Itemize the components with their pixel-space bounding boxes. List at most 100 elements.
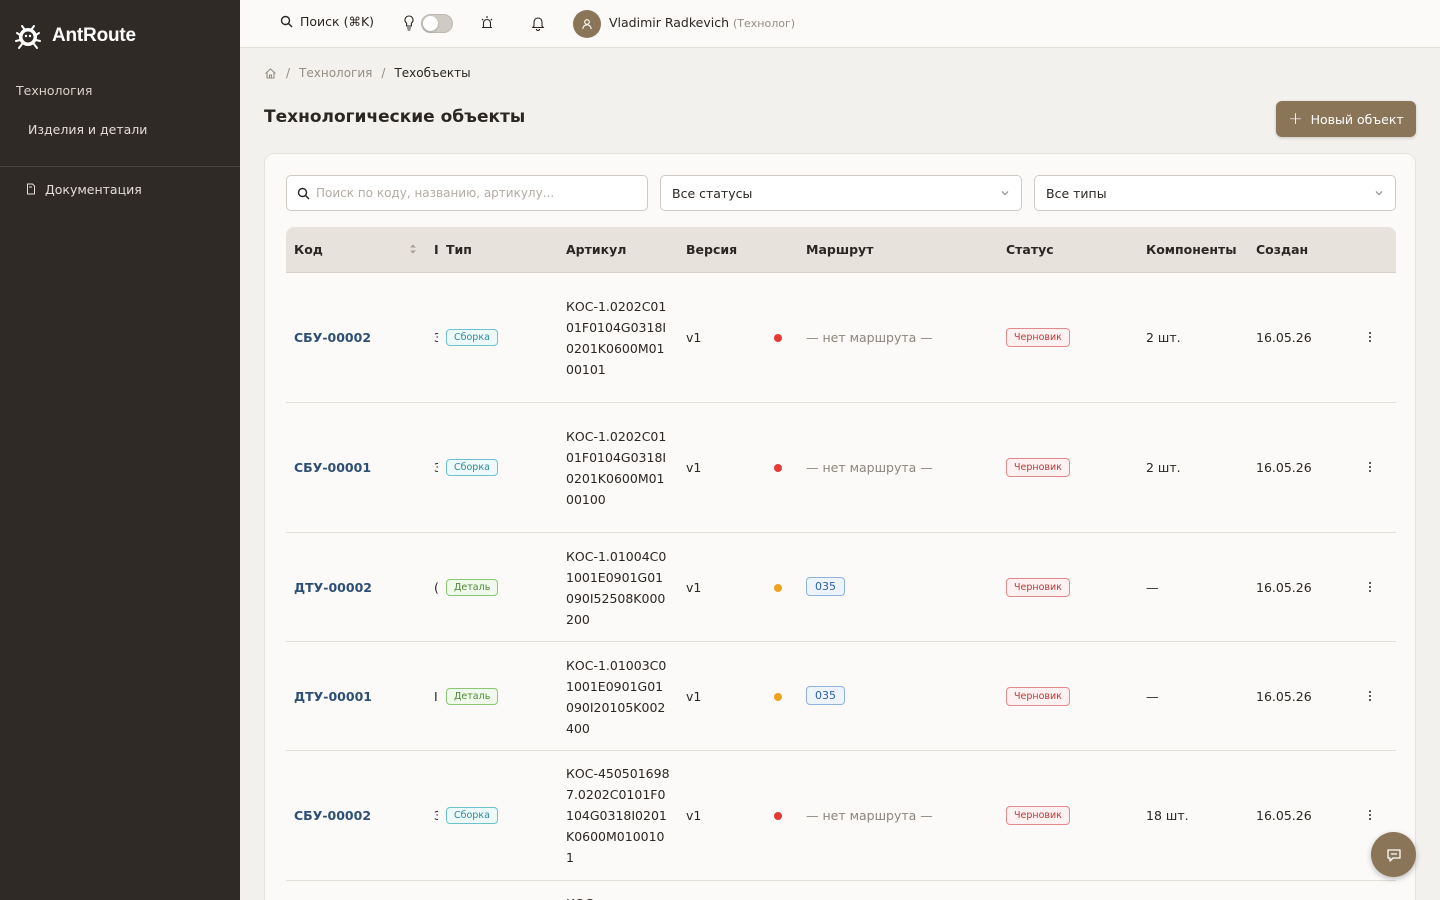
components-cell: — <box>1146 580 1159 595</box>
column-header-artikul[interactable]: Артикул <box>566 242 626 257</box>
chat-button[interactable] <box>1371 832 1416 877</box>
status-dot-icon <box>774 464 782 472</box>
status-filter-value: Все статусы <box>672 185 753 201</box>
plus-icon: + <box>1288 108 1303 129</box>
user-name: Vladimir Radkevich <box>609 15 730 30</box>
user-menu[interactable]: Vladimir Radkevich (Технолог) <box>609 15 795 30</box>
search-icon <box>297 187 310 199</box>
column-header-cut: I <box>434 242 439 257</box>
column-header-type[interactable]: Тип <box>446 242 472 257</box>
sidebar-item-products[interactable]: Изделия и детали <box>0 108 240 152</box>
column-header-version[interactable]: Версия <box>686 242 737 257</box>
artikul-cell: КОС-4505016987.0202С0101F0104G0318I0201K… <box>566 766 670 865</box>
page-title: Технологические объекты <box>264 107 526 127</box>
components-cell: — <box>1146 689 1159 704</box>
status-filter-select[interactable]: Все статусы <box>660 175 1022 211</box>
table-header: Код I Тип Артикул Версия Маршрут Статус … <box>286 227 1396 273</box>
lightbulb-icon <box>404 15 414 31</box>
object-code-link[interactable]: СБУ-00002 <box>294 808 371 823</box>
table-row[interactable]: КОС- <box>286 881 1396 900</box>
artikul-cell: КОС-1.01003С01001E0901G01090I20105K00240… <box>566 658 667 736</box>
status-cell: Черновик <box>1006 578 1070 597</box>
status-cell: Черновик <box>1006 806 1070 825</box>
type-cell: Сборка <box>446 458 498 476</box>
breadcrumb-technology[interactable]: Технология <box>299 66 372 80</box>
chevron-down-icon <box>1375 191 1383 196</box>
global-search-button[interactable]: Поиск (⌘K) <box>280 14 374 29</box>
table-row[interactable]: ДТУ-00001 I Деталь КОС-1.01003С01001E0901G0… <box>286 642 1396 751</box>
column-header-status[interactable]: Статус <box>1006 242 1054 257</box>
status-dot-icon <box>774 584 782 592</box>
chevron-down-icon <box>1001 191 1009 196</box>
type-cell: Деталь <box>446 687 499 705</box>
column-header-route[interactable]: Маршрут <box>806 242 873 257</box>
status-badge: Черновик <box>1006 687 1070 706</box>
created-cell: 16.05.26 <box>1256 689 1312 704</box>
table-row[interactable]: ДТУ-00002 (Деталь КОС-1.01004С01001E0901G0… <box>286 533 1396 642</box>
version-cell: v1 <box>686 689 702 704</box>
route-empty: — нет маршрута — <box>806 460 933 475</box>
more-vertical-icon[interactable] <box>1368 331 1372 343</box>
object-code-link[interactable]: ДТУ-00001 <box>294 689 372 704</box>
type-badge: Сборка <box>446 459 498 476</box>
truncated-name-cell: З <box>434 460 438 475</box>
more-vertical-icon[interactable] <box>1368 690 1372 702</box>
ant-logo-icon <box>15 25 41 49</box>
artikul-cell: КОС- <box>566 893 670 900</box>
artikul-cell: КОС-1.0202С0101F0104G0318I0201K0600M0100… <box>566 299 667 377</box>
truncated-name-cell: З <box>434 808 438 823</box>
sidebar-item-documentation[interactable]: Документация <box>0 167 240 211</box>
route-cell: 035 <box>806 686 845 705</box>
column-header-components[interactable]: Компоненты <box>1146 242 1237 257</box>
document-icon <box>27 183 35 195</box>
table-row[interactable]: СБУ-00001 З Сборка КОС-1.0202С0101F0104G031… <box>286 403 1396 533</box>
topbar: Поиск (⌘K) Vladimir Radkevich (Технолог) <box>240 0 1440 48</box>
object-code-link[interactable]: СБУ-00002 <box>294 330 371 345</box>
more-vertical-icon[interactable] <box>1368 581 1372 593</box>
objects-table: Код I Тип Артикул Версия Маршрут Статус … <box>286 227 1396 900</box>
created-cell: 16.05.26 <box>1256 330 1312 345</box>
theme-toggle[interactable] <box>421 14 453 33</box>
status-cell: Черновик <box>1006 458 1070 477</box>
table-row[interactable]: СБУ-00002 З Сборка КОС-4505016987.0202С0101… <box>286 751 1396 881</box>
type-cell: Сборка <box>446 806 498 824</box>
user-icon <box>582 19 592 30</box>
object-search-field[interactable] <box>286 175 648 211</box>
object-code-link[interactable]: СБУ-00001 <box>294 460 371 475</box>
breadcrumb-current: Техобъекты <box>394 66 471 80</box>
user-role: (Технолог) <box>733 17 796 30</box>
siren-icon[interactable] <box>480 15 494 31</box>
search-icon <box>280 15 293 28</box>
type-badge: Сборка <box>446 329 498 346</box>
route-badge[interactable]: 035 <box>806 577 845 596</box>
table-row[interactable]: СБУ-00002 З Сборка КОС-1.0202С0101F0104G031… <box>286 273 1396 403</box>
truncated-name-cell: ( <box>434 580 438 595</box>
more-vertical-icon[interactable] <box>1368 461 1372 473</box>
version-cell: v1 <box>686 330 702 345</box>
logo[interactable]: AntRoute <box>0 0 240 72</box>
table-body: СБУ-00002 З Сборка КОС-1.0202С0101F0104G031… <box>286 273 1396 900</box>
object-search-input[interactable] <box>316 186 636 200</box>
artikul-cell: КОС-1.01004С01001E0901G01090I52508K00020… <box>566 549 667 627</box>
column-header-code[interactable]: Код <box>294 242 323 257</box>
home-icon[interactable] <box>264 67 277 80</box>
status-dot-icon <box>774 334 782 342</box>
route-empty: — нет маршрута — <box>806 330 933 345</box>
bell-icon[interactable] <box>531 15 545 31</box>
type-badge: Сборка <box>446 807 498 824</box>
more-vertical-icon[interactable] <box>1368 809 1372 821</box>
new-object-label: Новый объект <box>1310 111 1404 127</box>
sort-icon[interactable] <box>409 243 417 255</box>
type-cell: Сборка <box>446 328 498 346</box>
sidebar-item-documentation-label: Документация <box>45 181 142 197</box>
avatar[interactable] <box>573 10 601 38</box>
new-object-button[interactable]: + Новый объект <box>1276 101 1416 137</box>
status-cell: Черновик <box>1006 328 1070 347</box>
type-filter-select[interactable]: Все типы <box>1034 175 1396 211</box>
column-header-created[interactable]: Создан <box>1256 242 1308 257</box>
route-badge[interactable]: 035 <box>806 686 845 705</box>
object-code-link[interactable]: ДТУ-00002 <box>294 580 372 595</box>
components-cell: 18 шт. <box>1146 808 1189 823</box>
global-search-label: Поиск (⌘K) <box>300 14 375 29</box>
breadcrumb: / Технология / Техобъекты <box>264 66 471 80</box>
